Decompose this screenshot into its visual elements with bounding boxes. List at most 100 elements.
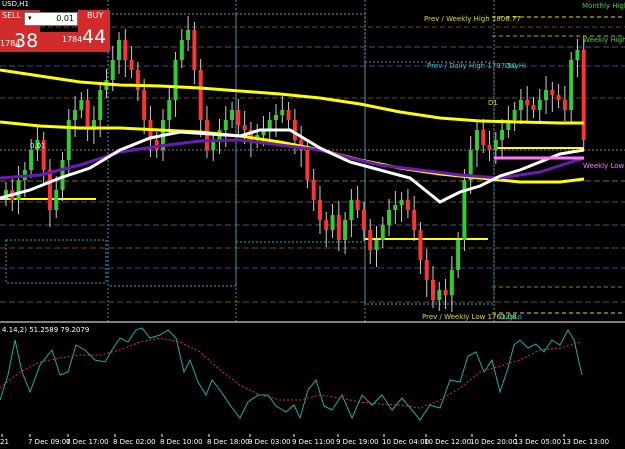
bear-candle [129,60,134,70]
bear-candle [581,50,586,140]
buy-label: BUY [87,11,104,20]
bull-candle [54,190,59,210]
symbol-timeframe: USD,H1 [2,0,29,8]
time-axis-label: 10 Dec 12:00 [424,438,471,446]
d1-label: D1 [488,99,498,107]
time-axis-label: 7 Dec 09:00 [28,438,71,446]
bull-candle [575,50,580,60]
day-hi-label: DayHi [505,62,526,70]
bull-candle [343,220,348,240]
bear-candle [562,100,567,110]
bear-candle [405,200,410,210]
buy-price-pips: 44 [82,26,107,48]
bull-candle [449,270,454,295]
bear-candle [317,200,322,220]
bull-candle [223,120,228,130]
bear-candle [525,100,530,105]
bull-candle [280,110,285,115]
bull-candle [387,210,392,225]
bull-candle [500,130,505,140]
bear-candle [412,210,417,230]
bull-candle [456,240,461,270]
bear-candle [198,70,203,120]
bull-candle [173,60,178,100]
bull-candle [374,240,379,250]
bull-candle [73,110,78,120]
bull-candle [60,160,65,190]
bear-candle [305,150,310,180]
sell-label: SELL [2,11,22,20]
bull-candle [544,90,549,100]
bull-candle [349,200,354,220]
bull-candle [474,130,479,150]
bear-candle [286,110,291,120]
bear-candle [368,230,373,250]
buy-price-prefix: 1784 [62,35,83,44]
prev-weekly-high-label: Prev / Weekly High 1808.77 [424,15,521,23]
bull-candle [569,60,574,110]
time-axis-label: 8 Dec 10:00 [160,438,203,446]
time-axis-label: 10 Dec 04:00 [382,438,429,446]
bull-candle [117,40,122,60]
time-axis-label: 8 Dec 02:00 [113,438,156,446]
time-axis-label: 7 Dec 17:00 [66,438,109,446]
one-click-trading-panel: USD,H1 SELL 1784 38 ▾ 0.01 BUY 1784 44 [0,0,110,52]
time-axis-label: 13 Dec 13:00 [562,438,609,446]
bull-candle [167,100,172,120]
bull-candle [330,215,335,230]
bull-candle [230,110,235,120]
bear-candle [123,40,128,60]
bull-candle [16,180,21,200]
weekly-low-label: Weekly Low [583,162,625,170]
bear-candle [292,120,297,140]
indicator-header: 4.14,2) 51.2589 79.2079 [2,326,89,334]
time-axis-label: 9 Dec 03:00 [248,438,291,446]
bear-candle [550,90,555,95]
time-axis-label: 9 Dec 19:00 [336,438,379,446]
bear-candle [443,290,448,295]
bull-candle [79,100,84,110]
bull-candle [393,205,398,210]
bear-candle [418,230,423,260]
triangle-down-icon[interactable]: ▾ [28,14,32,22]
bear-candle [135,70,140,90]
bear-candle [531,105,536,110]
bear-candle [481,130,486,145]
order-level-label: 0.01 [30,142,46,150]
bull-candle [512,110,517,120]
bull-candle [179,40,184,60]
monthly-high-label: Monthly High [582,2,625,10]
bear-candle [236,110,241,125]
time-axis-label: 10 Dec 20:00 [470,438,517,446]
bear-candle [424,260,429,280]
bear-candle [431,280,436,300]
bear-candle [311,180,316,200]
time-axis-label: 21 [0,438,9,446]
bear-candle [192,30,197,70]
bear-candle [242,125,247,130]
time-axis-label: 8 Dec 18:00 [207,438,250,446]
bull-candle [518,100,523,110]
bear-candle [487,145,492,150]
bull-candle [98,90,103,120]
sell-price-pips: 38 [14,30,39,52]
prev-daily-high-label: Prev / Daily High 1797.50 [427,62,516,70]
bull-candle [29,150,34,170]
lot-size-input[interactable]: ▾ 0.01 [24,12,78,26]
bear-candle [355,200,360,210]
bear-candle [556,95,561,100]
price-chart[interactable]: Monthly High Prev / Weekly High 1808.77 … [0,0,625,449]
bull-candle [399,200,404,205]
bear-candle [324,220,329,230]
weekly-high-label: Weekly High [583,36,625,44]
bull-candle [274,115,279,120]
bull-candle [110,60,115,80]
day-lo-label: DayLo [500,313,522,321]
bear-candle [47,170,52,210]
bear-candle [361,210,366,230]
bull-candle [537,100,542,110]
time-axis-label: 9 Dec 11:00 [292,438,335,446]
bear-candle [85,100,90,130]
bear-candle [142,90,147,120]
bull-candle [380,225,385,240]
